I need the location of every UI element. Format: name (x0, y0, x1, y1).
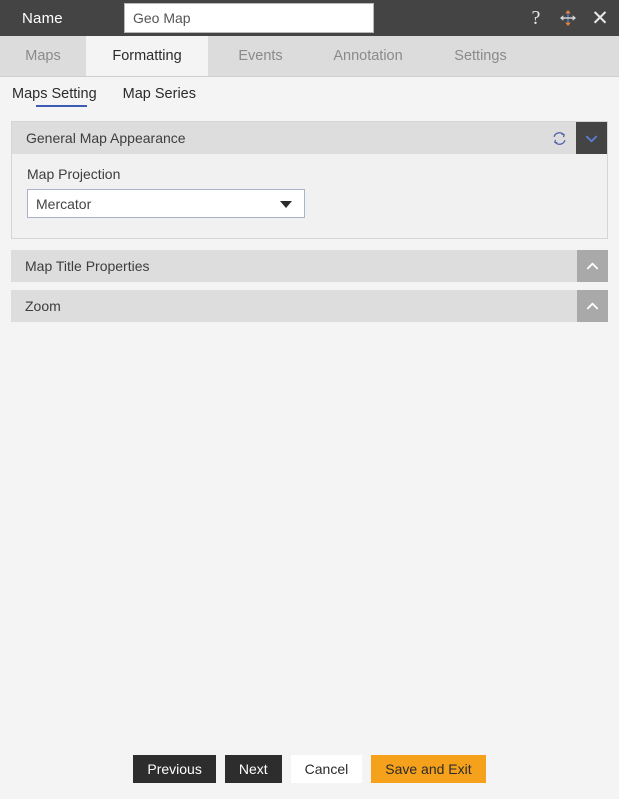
map-projection-label: Map Projection (27, 166, 121, 182)
tab-annotation[interactable]: Annotation (313, 36, 423, 76)
name-label: Name (22, 9, 63, 27)
previous-button[interactable]: Previous (133, 755, 216, 783)
titlebar-icon-group: ? ✕ (525, 0, 611, 36)
section-header-actions (542, 122, 607, 154)
tab-formatting[interactable]: Formatting (86, 36, 208, 76)
tab-maps[interactable]: Maps (0, 36, 86, 76)
tab-events[interactable]: Events (208, 36, 313, 76)
section-header-general-map-appearance[interactable]: General Map Appearance (12, 122, 607, 154)
chevron-down-icon[interactable] (576, 122, 607, 154)
formatting-content-area: General Map Appearance Map Projection Me… (0, 113, 619, 322)
sub-tab-bar: Maps Setting Map Series (0, 77, 619, 113)
map-projection-select-wrap: Mercator (27, 189, 305, 218)
section-title: General Map Appearance (26, 130, 186, 146)
primary-tab-bar: Maps Formatting Events Annotation Settin… (0, 36, 619, 77)
subtab-map-series[interactable]: Map Series (123, 86, 196, 105)
subtab-maps-setting[interactable]: Maps Setting (12, 86, 97, 107)
dialog-footer: Previous Next Cancel Save and Exit (0, 739, 619, 799)
next-button[interactable]: Next (224, 755, 282, 783)
move-arrows-icon[interactable] (557, 7, 579, 29)
section-zoom[interactable]: Zoom (11, 290, 608, 322)
section-body-general-map-appearance: Map Projection Mercator (12, 154, 607, 238)
chevron-up-icon[interactable] (577, 250, 608, 282)
refresh-icon[interactable] (542, 122, 576, 154)
tab-settings[interactable]: Settings (423, 36, 538, 76)
section-map-title-properties[interactable]: Map Title Properties (11, 250, 608, 282)
name-input[interactable] (124, 3, 374, 33)
section-title: Zoom (25, 298, 61, 314)
save-and-exit-button[interactable]: Save and Exit (371, 755, 486, 783)
close-icon[interactable]: ✕ (589, 7, 611, 29)
section-title: Map Title Properties (25, 258, 150, 274)
window-titlebar: Name ? ✕ (0, 0, 619, 36)
section-general-map-appearance: General Map Appearance Map Projection Me… (11, 121, 608, 239)
cancel-button[interactable]: Cancel (290, 755, 363, 783)
map-projection-select[interactable]: Mercator (27, 189, 305, 218)
help-icon[interactable]: ? (525, 7, 547, 29)
chevron-up-icon[interactable] (577, 290, 608, 322)
